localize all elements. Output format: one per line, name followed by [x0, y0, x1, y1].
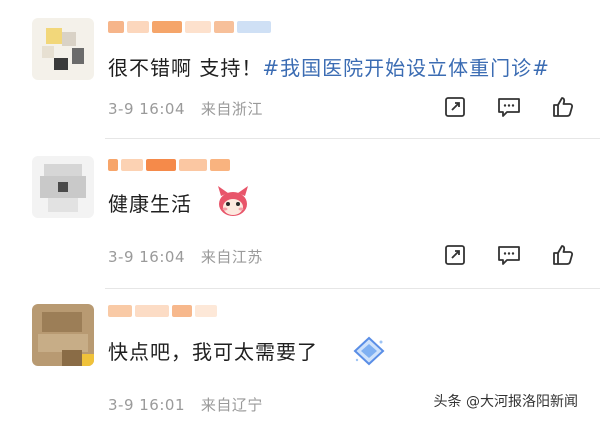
- username-blurred[interactable]: [108, 302, 217, 320]
- comment-text: 很不错啊 支持！#我国医院开始设立体重门诊#: [108, 52, 550, 81]
- divider: [105, 288, 600, 289]
- comment-location: 来自浙江: [200, 100, 263, 118]
- comment-time: 3-9 16:04: [108, 248, 185, 266]
- comment-text: 健康生活: [108, 188, 192, 217]
- like-icon: [553, 97, 574, 117]
- avatar[interactable]: [32, 304, 94, 366]
- comment-text-plain: 快点吧，我可太需要了: [108, 340, 318, 364]
- comment-button[interactable]: [496, 242, 522, 268]
- share-button[interactable]: [442, 94, 468, 120]
- fox-sticker-icon: [214, 184, 252, 224]
- divider: [105, 138, 600, 139]
- username-blurred[interactable]: [108, 18, 271, 36]
- comment-meta: 3-9 16:01 来自辽宁: [108, 394, 263, 415]
- comment-text-plain: 很不错啊 支持！: [108, 56, 263, 80]
- share-icon: [445, 97, 465, 117]
- share-icon: [445, 245, 465, 265]
- username-blurred[interactable]: [108, 156, 230, 174]
- share-button[interactable]: [442, 242, 468, 268]
- comment-icon: [498, 98, 520, 117]
- comment-item-2: 健康生活 3-9 16:04 来自江苏: [0, 140, 600, 289]
- comment-location: 来自江苏: [200, 248, 263, 266]
- avatar[interactable]: [32, 156, 94, 218]
- avatar[interactable]: [32, 18, 94, 80]
- comment-button[interactable]: [496, 94, 522, 120]
- comment-time: 3-9 16:04: [108, 100, 185, 118]
- comment-actions: [442, 242, 576, 268]
- comment-time: 3-9 16:01: [108, 396, 185, 414]
- comment-meta: 3-9 16:04 来自浙江: [108, 98, 263, 119]
- watermark: 头条 @大河报洛阳新闻: [433, 394, 578, 410]
- comment-text-plain: 健康生活: [108, 192, 192, 216]
- comment-icon: [498, 246, 520, 265]
- comment-actions: [442, 94, 576, 120]
- comment-item-1: 很不错啊 支持！#我国医院开始设立体重门诊# 3-9 16:04 来自浙江: [0, 0, 600, 140]
- comment-location: 来自辽宁: [200, 396, 263, 414]
- topic-link[interactable]: #我国医院开始设立体重门诊#: [262, 56, 550, 80]
- like-icon: [553, 245, 574, 265]
- comment-meta: 3-9 16:04 来自江苏: [108, 246, 263, 267]
- comment-text: 快点吧，我可太需要了: [108, 336, 318, 365]
- like-button[interactable]: [550, 242, 576, 268]
- like-button[interactable]: [550, 94, 576, 120]
- gem-sticker-icon: [352, 336, 386, 370]
